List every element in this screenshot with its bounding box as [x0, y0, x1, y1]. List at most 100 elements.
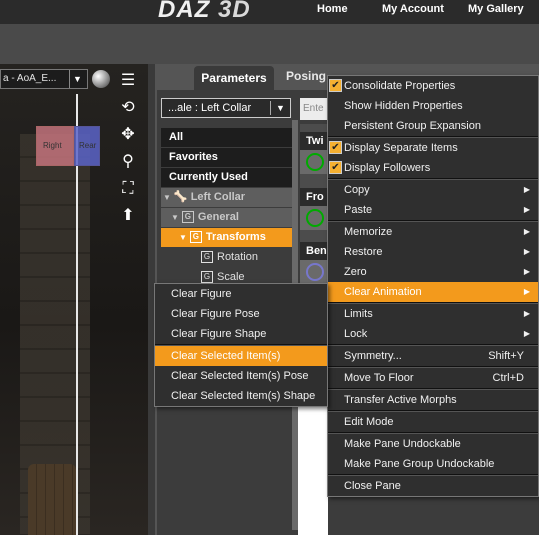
menu-item-shortcut: Shift+Y	[488, 350, 524, 362]
menu-list-icon[interactable]: ☰	[116, 70, 140, 92]
menu-item-zero[interactable]: Zero ▶	[328, 262, 538, 282]
menu-item-restore[interactable]: Restore ▶	[328, 242, 538, 262]
expand-triangle-icon[interactable]: ▼	[163, 193, 171, 202]
menu-item-label: Clear Figure Shape	[171, 328, 267, 340]
submenu-arrow-icon: ▶	[523, 247, 530, 256]
tree-item-rotation[interactable]: G Rotation	[161, 248, 293, 267]
camera-selector[interactable]: a - AoA_E... ▼	[0, 69, 88, 89]
menu-item-clear-selected-items-pose[interactable]: Clear Selected Item(s) Pose	[155, 366, 327, 386]
menu-item-memorize[interactable]: Memorize ▶	[328, 222, 538, 242]
submenu-arrow-icon: ▶	[523, 267, 530, 276]
submenu-arrow-icon: ▶	[523, 185, 530, 194]
menu-item-clear-animation[interactable]: Clear Animation ▶	[328, 282, 538, 302]
menu-item-label: Make Pane Undockable	[344, 438, 461, 450]
pane-options-menu: ✔ Consolidate Properties Show Hidden Prop…	[327, 75, 539, 497]
checkmark-icon: ✔	[329, 141, 342, 154]
tree-item-label: All	[169, 131, 184, 143]
checkmark-icon: ✔	[329, 79, 342, 92]
tree-item-label: Transforms	[205, 231, 266, 243]
viewport-tools: ☰ ⟲ ✥ ⚲ ⛶ ⬆	[116, 70, 144, 232]
menu-item-display-separate-items[interactable]: ✔ Display Separate Items	[328, 138, 538, 158]
menu-item-label: Paste	[344, 204, 373, 216]
menu-item-label: Display Separate Items	[344, 142, 458, 154]
scene-barrel	[28, 464, 76, 535]
group-g-icon: G	[189, 231, 202, 244]
app-window: DAZ 3D Home My Account My Gallery Right …	[0, 0, 539, 535]
nav-my-account[interactable]: My Account	[382, 3, 444, 15]
bone-icon: 🦴	[173, 191, 188, 203]
menu-item-label: Limits	[344, 308, 373, 320]
menu-item-label: Copy	[344, 184, 370, 196]
menu-item-label: Symmetry...	[344, 350, 402, 362]
menu-item-persistent-group-expansion[interactable]: Persistent Group Expansion	[328, 116, 538, 136]
menu-item-move-to-floor[interactable]: Move To Floor Ctrl+D	[328, 368, 538, 388]
menu-item-label: Zero	[344, 266, 367, 278]
menu-item-clear-figure-pose[interactable]: Clear Figure Pose	[155, 304, 327, 324]
tree-item-general[interactable]: ▼ G General	[161, 208, 293, 227]
submenu-arrow-icon: ▶	[523, 205, 530, 214]
menu-item-label: Edit Mode	[344, 416, 394, 428]
menu-item-make-pane-group-undockable[interactable]: Make Pane Group Undockable	[328, 454, 538, 474]
draw-style-sphere-icon[interactable]	[92, 70, 110, 88]
group-g-icon: G	[181, 211, 194, 224]
node-selector[interactable]: ...ale : Left Collar ▼	[161, 98, 291, 118]
daz3d-logo[interactable]: DAZ 3D	[158, 0, 251, 24]
menu-item-label: Clear Figure	[171, 288, 232, 300]
menu-item-label: Memorize	[344, 226, 393, 238]
frame-icon[interactable]: ⛶	[116, 178, 140, 200]
menu-item-consolidate-properties[interactable]: ✔ Consolidate Properties	[328, 76, 538, 96]
up-arrow-icon[interactable]: ⬆	[116, 205, 140, 227]
menu-item-edit-mode[interactable]: Edit Mode	[328, 412, 538, 432]
menu-item-paste[interactable]: Paste ▶	[328, 200, 538, 220]
tree-item-all[interactable]: All	[161, 128, 293, 147]
view-cube-left-label: Right	[43, 141, 62, 150]
menu-item-clear-selected-items[interactable]: Clear Selected Item(s)	[155, 346, 327, 366]
nav-my-gallery[interactable]: My Gallery	[468, 3, 524, 15]
3d-viewport[interactable]: Right Rear a - AoA_E... ▼ ☰ ⟲ ✥ ⚲ ⛶ ⬆	[0, 64, 148, 535]
orbit-icon[interactable]: ⟲	[116, 97, 140, 119]
menu-item-transfer-active-morphs[interactable]: Transfer Active Morphs	[328, 390, 538, 410]
expand-triangle-icon[interactable]: ▼	[171, 213, 179, 222]
view-cube-right-face[interactable]: Rear	[74, 126, 100, 166]
chevron-down-icon: ▼	[276, 103, 285, 113]
menu-item-label: Lock	[344, 328, 368, 340]
tree-item-label: Rotation	[217, 251, 258, 263]
menu-item-label: Clear Selected Item(s) Shape	[171, 390, 316, 402]
tree-item-label: Left Collar	[190, 191, 246, 203]
menu-item-clear-selected-items-shape[interactable]: Clear Selected Item(s) Shape	[155, 386, 327, 406]
tree-item-label: Scale	[217, 271, 245, 283]
view-cube[interactable]: Right Rear	[36, 126, 102, 168]
menu-item-clear-figure-shape[interactable]: Clear Figure Shape	[155, 324, 327, 344]
menu-item-lock[interactable]: Lock ▶	[328, 324, 538, 344]
menu-item-close-pane[interactable]: Close Pane	[328, 476, 538, 496]
view-cube-left-face[interactable]: Right	[36, 126, 74, 166]
tree-item-left-collar[interactable]: ▼ 🦴 Left Collar	[161, 188, 293, 207]
tree-item-favorites[interactable]: Favorites	[161, 148, 293, 167]
tree-item-transforms[interactable]: ▼ G Transforms	[161, 228, 293, 247]
menu-item-symmetry[interactable]: Symmetry... Shift+Y	[328, 346, 538, 366]
tree-item-label: Favorites	[169, 151, 218, 163]
menu-item-display-followers[interactable]: ✔ Display Followers	[328, 158, 538, 178]
view-cube-right-label: Rear	[79, 141, 97, 150]
menu-item-show-hidden-properties[interactable]: Show Hidden Properties	[328, 96, 538, 116]
zoom-magnifier-icon[interactable]: ⚲	[116, 151, 140, 173]
nav-home[interactable]: Home	[317, 3, 348, 15]
menu-item-clear-figure[interactable]: Clear Figure	[155, 284, 327, 304]
menu-item-label: Clear Figure Pose	[171, 308, 260, 320]
pan-move-icon[interactable]: ✥	[116, 124, 140, 146]
chevron-down-icon: ▼	[73, 74, 82, 84]
expand-triangle-icon[interactable]: ▼	[179, 233, 187, 242]
menu-item-label: Show Hidden Properties	[344, 100, 463, 112]
tab-parameters[interactable]: Parameters	[194, 66, 274, 90]
menu-item-label: Transfer Active Morphs	[344, 394, 457, 406]
menu-item-label: Close Pane	[344, 480, 401, 492]
submenu-arrow-icon: ▶	[523, 309, 530, 318]
menu-item-label: Clear Animation	[344, 286, 422, 298]
tab-posing[interactable]: Posing	[286, 69, 326, 83]
tree-item-currently-used[interactable]: Currently Used	[161, 168, 293, 187]
group-g-icon: G	[201, 271, 213, 284]
menu-item-label: Restore	[344, 246, 383, 258]
menu-item-copy[interactable]: Copy ▶	[328, 180, 538, 200]
menu-item-limits[interactable]: Limits ▶	[328, 304, 538, 324]
menu-item-make-pane-undockable[interactable]: Make Pane Undockable	[328, 434, 538, 454]
